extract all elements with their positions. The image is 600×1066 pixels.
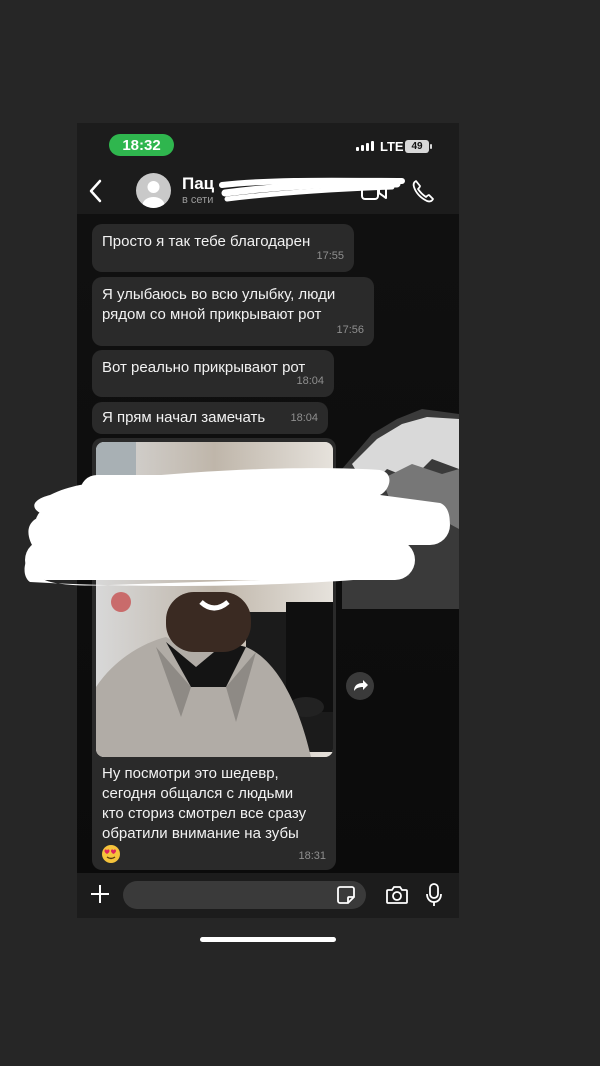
camera-icon[interactable] <box>385 884 409 906</box>
avatar-placeholder-icon <box>142 181 165 208</box>
signal-icon <box>356 141 374 151</box>
message-bubble[interactable]: Я прям начал замечать 18:04 <box>92 402 328 434</box>
photo-caption: Ну посмотри это шедевр, сегодня общался … <box>102 764 332 864</box>
battery-level: 49 <box>411 141 423 152</box>
message-line: рядом со мной прикрывают рот <box>102 306 322 323</box>
message-text-block: Я улыбаюсь во всю улыбку, люди рядом со … <box>102 285 335 325</box>
heart-eyes-emoji <box>102 845 120 864</box>
message-bubble[interactable]: Просто я так тебе благодарен 17:55 <box>92 224 354 272</box>
plus-icon[interactable] <box>89 883 111 905</box>
phone-icon[interactable] <box>411 178 435 204</box>
caption-line: обратили внимание на зубы <box>102 825 299 842</box>
network-label: LTE <box>380 139 404 154</box>
status-time[interactable]: 18:32 <box>109 134 174 156</box>
share-button[interactable] <box>346 672 374 700</box>
message-time: 18:04 <box>296 375 324 387</box>
redaction-scribble <box>219 177 405 202</box>
message-text: Вот реально прикрывают рот <box>102 359 306 376</box>
caption-line: Ну посмотри это шедевр, <box>102 765 279 782</box>
message-line: Я улыбаюсь во всю улыбку, люди <box>102 286 336 303</box>
caption-line: сегодня общался с людьми <box>102 785 294 802</box>
contact-status: в сети <box>182 194 214 206</box>
message-text: Я прям начал замечать <box>102 409 266 426</box>
status-bar: 18:32 LTE 49 <box>77 123 459 168</box>
message-bubble[interactable]: Вот реально прикрывают рот 18:04 <box>92 350 334 397</box>
message-time: 18:04 <box>290 412 318 424</box>
input-bar <box>77 873 459 918</box>
message-time: 17:56 <box>336 324 364 336</box>
contact-name[interactable]: Пац <box>182 174 214 194</box>
message-input[interactable] <box>123 881 366 909</box>
home-indicator[interactable] <box>200 937 336 942</box>
message-time: 18:31 <box>298 850 326 862</box>
redaction-blob <box>24 468 450 586</box>
heart-eyes-icon <box>104 849 116 860</box>
caption-line: кто сториз смотрел все сразу <box>102 805 307 822</box>
microphone-icon[interactable] <box>425 882 443 908</box>
avatar[interactable] <box>136 173 171 208</box>
message-bubble[interactable]: Я улыбаюсь во всю улыбку, люди рядом со … <box>92 277 374 346</box>
share-arrow-icon <box>354 680 368 691</box>
message-text: Просто я так тебе благодарен <box>102 233 311 250</box>
back-icon[interactable] <box>85 176 107 206</box>
message-time: 17:55 <box>316 250 344 262</box>
battery-icon: 49 <box>405 140 432 153</box>
sticker-icon[interactable] <box>336 885 356 905</box>
